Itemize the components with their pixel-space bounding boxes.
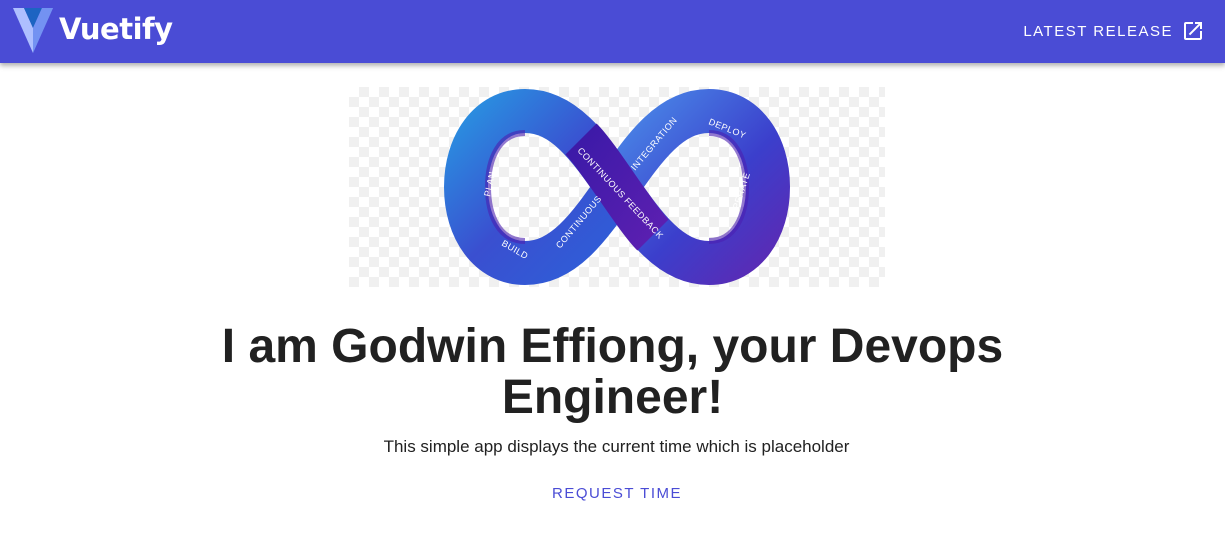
main-content: PLAN BUILD CONTINUOUS CONTINUOUS FEEDBAC… (0, 63, 1225, 556)
page-subtitle: This simple app displays the current tim… (383, 437, 850, 456)
devops-hero-image: PLAN BUILD CONTINUOUS CONTINUOUS FEEDBAC… (349, 87, 885, 287)
devops-infinity-loop-icon: PLAN BUILD CONTINUOUS CONTINUOUS FEEDBAC… (444, 89, 790, 285)
latest-release-link[interactable]: LATEST RELEASE (1023, 16, 1205, 46)
brand-name: Vuetify (59, 12, 173, 46)
vuetify-logo-icon (13, 8, 53, 53)
open-in-new-icon (1184, 22, 1202, 40)
page-headline: I am Godwin Effiong, your Devops Enginee… (221, 320, 1004, 424)
request-time-button[interactable]: REQUEST TIME (541, 475, 693, 511)
app-bar: Vuetify LATEST RELEASE (0, 0, 1225, 63)
latest-release-label: LATEST RELEASE (1023, 22, 1173, 40)
brand: Vuetify (12, 7, 173, 55)
